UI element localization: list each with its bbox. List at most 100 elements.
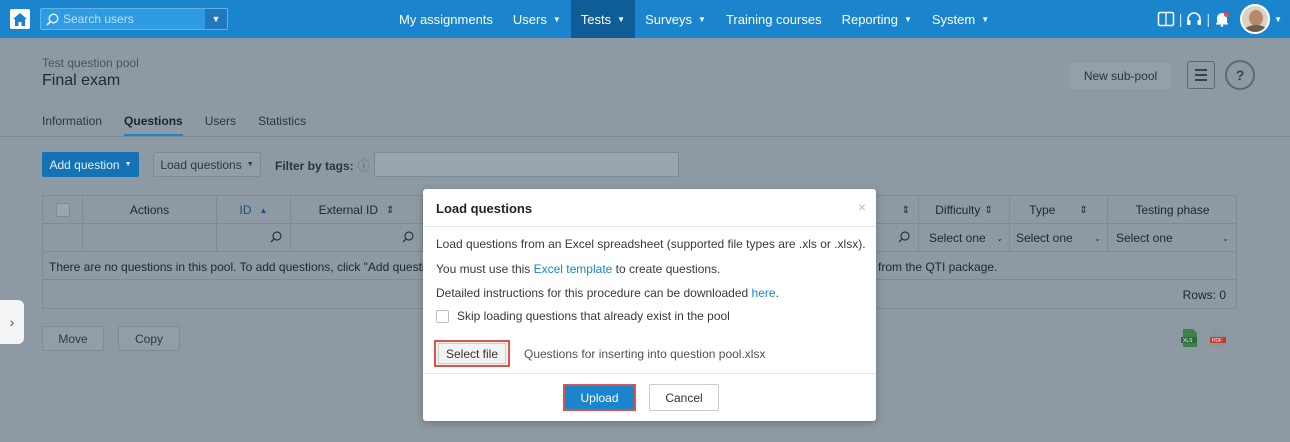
close-icon[interactable]: × [858,199,866,215]
select-all-cell [43,196,83,224]
col-id[interactable]: ID ▲ [217,196,291,224]
menu-users[interactable]: Users ▼ [503,0,571,38]
svg-text:XLS: XLS [1183,338,1193,344]
chevron-down-icon: ▼ [246,161,254,168]
load-questions-dialog: Load questions × Load questions from an … [423,189,876,421]
rows-count: Rows: 0 [1182,288,1226,302]
chevron-down-icon: ⌄ [996,233,1003,243]
dialog-line-file-types: Load questions from an Excel spreadsheet… [436,237,866,251]
filter-cell [43,224,83,252]
col-hidden[interactable]: ⇕ [875,196,919,224]
tab-statistics[interactable]: Statistics [258,114,306,136]
tab-users[interactable]: Users [205,114,236,136]
chevron-down-icon: ⌄ [1094,233,1101,243]
chevron-down-icon: ▼ [981,14,990,24]
chevron-down-icon: ▼ [124,161,132,168]
separator: | [1206,11,1211,27]
empty-message-tail: from the QTI package. [878,260,998,274]
load-questions-button[interactable]: Load questions ▼ [153,152,261,177]
hamburger-menu-icon[interactable] [1187,61,1215,89]
menu-surveys[interactable]: Surveys ▼ [635,0,716,38]
excel-export-icon[interactable]: XLS [1180,328,1200,348]
top-nav-bar: ▼ My assignments Users▼ Tests▼ Surveys▼ … [0,0,1290,38]
book-icon[interactable] [1157,11,1175,27]
tag-filter-input[interactable] [374,152,679,177]
page-header: Test question pool Final exam New sub-po… [0,38,1290,136]
filter-cell[interactable] [291,224,423,252]
difficulty-select[interactable]: Select one ⌄ [919,224,1010,252]
selected-file-name: Questions for inserting into question po… [524,347,766,361]
empty-message: There are no questions in this pool. To … [49,260,443,274]
dialog-title: Load questions [436,201,533,216]
tab-bar: Information Questions Users Statistics [42,114,306,136]
skip-existing-option[interactable]: Skip loading questions that already exis… [436,309,730,323]
tab-information[interactable]: Information [42,114,102,136]
excel-template-link[interactable]: Excel template [534,262,613,276]
search-icon [898,230,910,246]
chevron-down-icon[interactable]: ▼ [1274,15,1282,24]
col-type[interactable]: Type ⇕ [1010,196,1108,224]
menu-training-courses[interactable]: Training courses [716,0,832,38]
main-menu: My assignments Users ▼ Tests ▼ Surveys ▼ Tr… [389,0,999,38]
menu-system[interactable]: System ▼ [922,0,999,38]
filter-cell[interactable] [875,224,919,252]
search-input[interactable] [63,12,203,26]
help-circle-icon[interactable]: ⓘ [358,159,370,173]
pdf-export-icon[interactable]: PDF [1209,328,1229,348]
dialog-header: Load questions × [423,189,876,227]
search-dropdown-button[interactable]: ▼ [205,9,227,29]
menu-my-assignments[interactable]: My assignments [389,0,503,38]
sort-icon: ⇕ [901,204,910,216]
dialog-footer-divider [423,373,876,374]
col-difficulty[interactable]: Difficulty ⇕ [919,196,1010,224]
sidebar-toggle[interactable]: › [0,300,24,344]
user-search[interactable]: ▼ [40,8,228,30]
menu-tests[interactable]: Tests ▼ [570,0,636,38]
new-subpool-button[interactable]: New sub-pool [1069,62,1172,90]
search-icon [402,230,414,246]
chevron-down-icon: ▼ [903,14,912,24]
cancel-button[interactable]: Cancel [649,384,719,411]
chevron-down-icon: ▼ [552,14,561,24]
filter-cell[interactable] [217,224,291,252]
page-title: Final exam [42,72,121,89]
instructions-link[interactable]: here [752,286,776,300]
separator: | [1178,11,1183,27]
select-file-button[interactable]: Select file [434,340,510,367]
search-icon [41,12,63,26]
dialog-line-template: You must use this Excel template to crea… [436,262,721,276]
move-button[interactable]: Move [42,326,104,351]
skip-existing-checkbox[interactable] [436,309,449,323]
filter-label: Filter by tags: ⓘ [275,159,370,173]
avatar[interactable] [1240,4,1271,34]
chevron-down-icon: ▼ [698,14,706,24]
sort-icon: ⇕ [1079,204,1088,216]
select-all-checkbox[interactable] [55,203,70,217]
add-question-button[interactable]: Add question ▼ [42,152,139,177]
home-icon[interactable] [10,9,30,29]
svg-text:PDF: PDF [1212,338,1222,344]
bell-icon[interactable] [1214,11,1230,27]
upload-button[interactable]: Upload [563,384,636,411]
chevron-down-icon: ⌄ [1222,233,1229,243]
help-icon[interactable]: ? [1225,60,1255,90]
copy-button[interactable]: Copy [118,326,180,351]
chevron-down-icon: ▼ [617,14,626,24]
headset-icon[interactable] [1186,11,1202,27]
sort-asc-icon: ▲ [259,205,268,215]
tab-questions[interactable]: Questions [124,114,183,136]
search-icon [270,230,282,246]
user-tools: | | ▼ [1157,0,1282,38]
testing-phase-select[interactable]: Select one ⌄ [1108,224,1237,252]
sort-icon: ⇕ [385,204,395,216]
col-actions: Actions [83,196,217,224]
menu-reporting[interactable]: Reporting ▼ [832,0,922,38]
dialog-line-instructions: Detailed instructions for this procedure… [436,286,779,300]
page-subtitle: Test question pool [42,56,139,70]
filter-cell [83,224,217,252]
col-external-id[interactable]: External ID ⇕ [291,196,423,224]
divider [0,136,1290,137]
col-testing-phase[interactable]: Testing phase [1108,196,1237,224]
type-select[interactable]: Select one ⌄ [1010,224,1108,252]
sort-icon: ⇕ [984,204,993,216]
